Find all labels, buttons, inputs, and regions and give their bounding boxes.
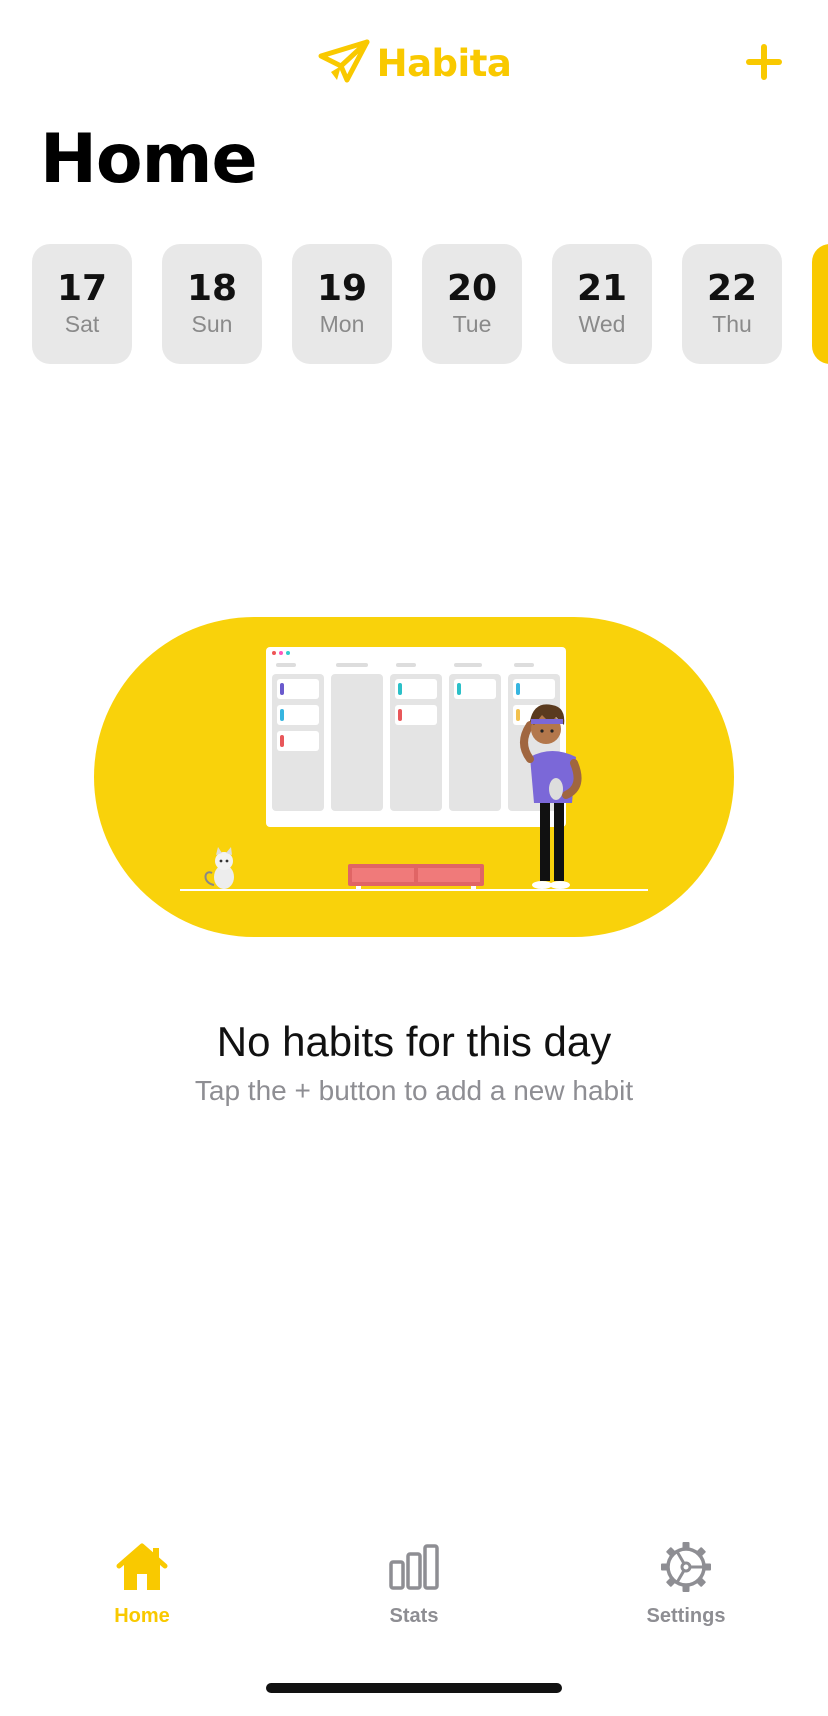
home-indicator[interactable]	[266, 1683, 562, 1693]
date-weekday: Thu	[712, 311, 752, 338]
tab-home[interactable]: Home	[62, 1540, 222, 1650]
date-strip[interactable]: 17 Sat 18 Sun 19 Mon 20 Tue 21 Wed 22 Thu	[32, 244, 828, 366]
bar-chart-icon	[385, 1540, 443, 1599]
app-brand: Habita	[0, 38, 828, 89]
tab-stats[interactable]: Stats	[334, 1540, 494, 1650]
date-weekday: Sat	[64, 311, 100, 338]
date-number: 22	[706, 267, 758, 309]
date-chip[interactable]: 17 Sat	[32, 244, 132, 364]
tab-stats-label: Stats	[389, 1605, 439, 1627]
tab-home-label: Home	[114, 1605, 170, 1627]
page-title: Home	[40, 120, 258, 199]
date-number: 17	[56, 267, 108, 309]
empty-state-illustration	[94, 617, 734, 937]
date-weekday: Sun	[191, 311, 233, 338]
app-name: Habita	[376, 42, 512, 85]
tab-settings[interactable]: Settings	[606, 1540, 766, 1650]
date-chip[interactable]: 21 Wed	[552, 244, 652, 364]
empty-state-title: No habits for this day	[216, 1018, 612, 1065]
add-habit-button[interactable]	[740, 40, 788, 88]
tab-settings-label: Settings	[646, 1605, 726, 1627]
date-chip[interactable]: 22 Thu	[682, 244, 782, 364]
date-chip[interactable]: 19 Mon	[292, 244, 392, 364]
tab-bar: Home Stats Settings	[0, 1540, 828, 1650]
date-weekday: Mon	[319, 311, 365, 338]
date-chip[interactable]	[812, 244, 828, 364]
date-chip[interactable]: 18 Sun	[162, 244, 262, 364]
gear-icon	[657, 1540, 715, 1599]
date-number: 20	[446, 267, 498, 309]
date-row: 17 Sat 18 Sun 19 Mon 20 Tue 21 Wed 22 Thu	[32, 244, 828, 364]
app-screen: Habita Home 17 Sat 18 Sun 19 Mon 20 Tue 21 Wed 22 T…	[0, 0, 828, 1716]
plus-icon	[744, 42, 784, 87]
date-number: 18	[186, 267, 238, 309]
empty-state-subtitle: Tap the + button to add a new habit	[194, 1075, 634, 1106]
date-weekday: Wed	[578, 311, 626, 338]
paper-plane-icon	[317, 38, 371, 89]
date-chip[interactable]: 20 Tue	[422, 244, 522, 364]
house-icon	[113, 1540, 171, 1599]
date-number: 21	[576, 267, 628, 309]
date-weekday: Tue	[452, 311, 492, 338]
date-number: 19	[316, 267, 368, 309]
